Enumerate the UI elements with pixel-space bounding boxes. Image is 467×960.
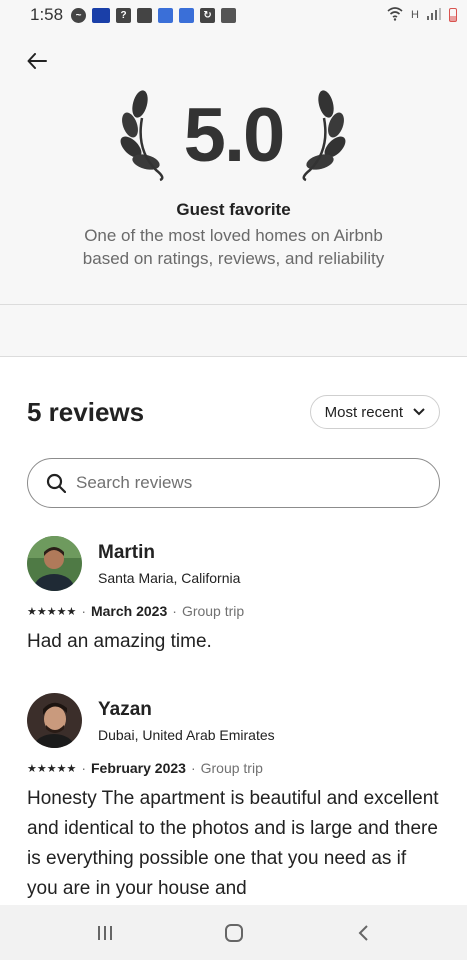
- reviewer-location: Santa Maria, California: [98, 569, 241, 586]
- separator: ·: [172, 603, 177, 619]
- wifi-icon: [387, 6, 403, 24]
- search-icon: [46, 473, 66, 493]
- reviews-count: 5 reviews: [27, 396, 145, 427]
- sort-dropdown[interactable]: Most recent: [309, 395, 440, 429]
- review-text: Honesty The apartment is beautiful and e…: [27, 788, 439, 899]
- review-item: Yazan Dubai, United Arab Emirates ★★★★★ …: [27, 693, 440, 904]
- rating-score: 5.0: [183, 93, 286, 178]
- reviewer-name: Yazan: [98, 698, 152, 720]
- avatar[interactable]: [27, 693, 82, 748]
- reviews-header: 5 reviews Most recent: [27, 395, 440, 429]
- separator: ·: [81, 760, 86, 776]
- review-meta: ★★★★★ · March 2023 · Group trip: [27, 603, 440, 619]
- guest-favorite-hero: 5.0 Guest favorite One of the most loved…: [0, 30, 467, 305]
- avatar[interactable]: [27, 536, 82, 591]
- recent-apps-icon: [97, 925, 112, 940]
- section-divider: [0, 305, 467, 357]
- app-notification-icon: [92, 7, 111, 23]
- trip-type: Group trip: [181, 603, 245, 619]
- chevron-down-icon: [413, 408, 425, 416]
- sync-icon: ↻: [200, 7, 216, 23]
- back-nav-button[interactable]: [343, 918, 383, 948]
- star-rating: ★★★★★: [27, 762, 77, 775]
- reviewer-name: Martin: [98, 541, 155, 563]
- review-header: Martin Santa Maria, California: [27, 536, 440, 591]
- arrow-left-icon: [27, 53, 47, 69]
- notification-icons: ~ ? ↻: [71, 7, 237, 23]
- sort-label: Most recent: [324, 403, 403, 421]
- status-time: 1:58: [30, 5, 64, 24]
- review-text: Had an amazing time.: [27, 631, 212, 652]
- star-rating: ★★★★★: [27, 605, 77, 618]
- search-reviews-box[interactable]: [27, 458, 440, 508]
- review-item: Martin Santa Maria, California ★★★★★ · M…: [27, 536, 440, 657]
- reviewer-location: Dubai, United Arab Emirates: [98, 726, 275, 743]
- review-meta: ★★★★★ · February 2023 · Group trip: [27, 760, 440, 776]
- search-input[interactable]: [76, 473, 439, 493]
- carrefour-icon-2: [179, 7, 195, 23]
- review-date: February 2023: [90, 760, 186, 776]
- messenger-icon: ~: [71, 7, 87, 23]
- guest-favorite-title: Guest favorite: [176, 200, 291, 219]
- status-bar: 1:58 ~ ? ↻ H: [0, 0, 467, 30]
- calendar-icon: [221, 7, 237, 23]
- separator: ·: [81, 603, 86, 619]
- recent-apps-button[interactable]: [85, 918, 125, 948]
- battery-icon: [449, 8, 457, 22]
- status-right: H: [387, 6, 457, 24]
- home-button[interactable]: [214, 918, 254, 948]
- back-button[interactable]: [24, 48, 50, 74]
- review-date: March 2023: [90, 603, 168, 619]
- home-icon: [224, 923, 243, 942]
- help-icon: ?: [116, 7, 132, 23]
- network-type: H: [411, 9, 419, 21]
- review-header: Yazan Dubai, United Arab Emirates: [27, 693, 440, 748]
- image-icon: [137, 7, 153, 23]
- signal-icon: [427, 7, 441, 23]
- separator: ·: [190, 760, 196, 776]
- android-nav-bar: [0, 905, 467, 960]
- chevron-left-icon: [358, 924, 368, 941]
- laurel-right-icon: [302, 90, 346, 182]
- trip-type: Group trip: [200, 760, 263, 776]
- carrefour-icon: [158, 7, 174, 23]
- guest-favorite-description: One of the most loved homes on Airbnb ba…: [82, 226, 385, 268]
